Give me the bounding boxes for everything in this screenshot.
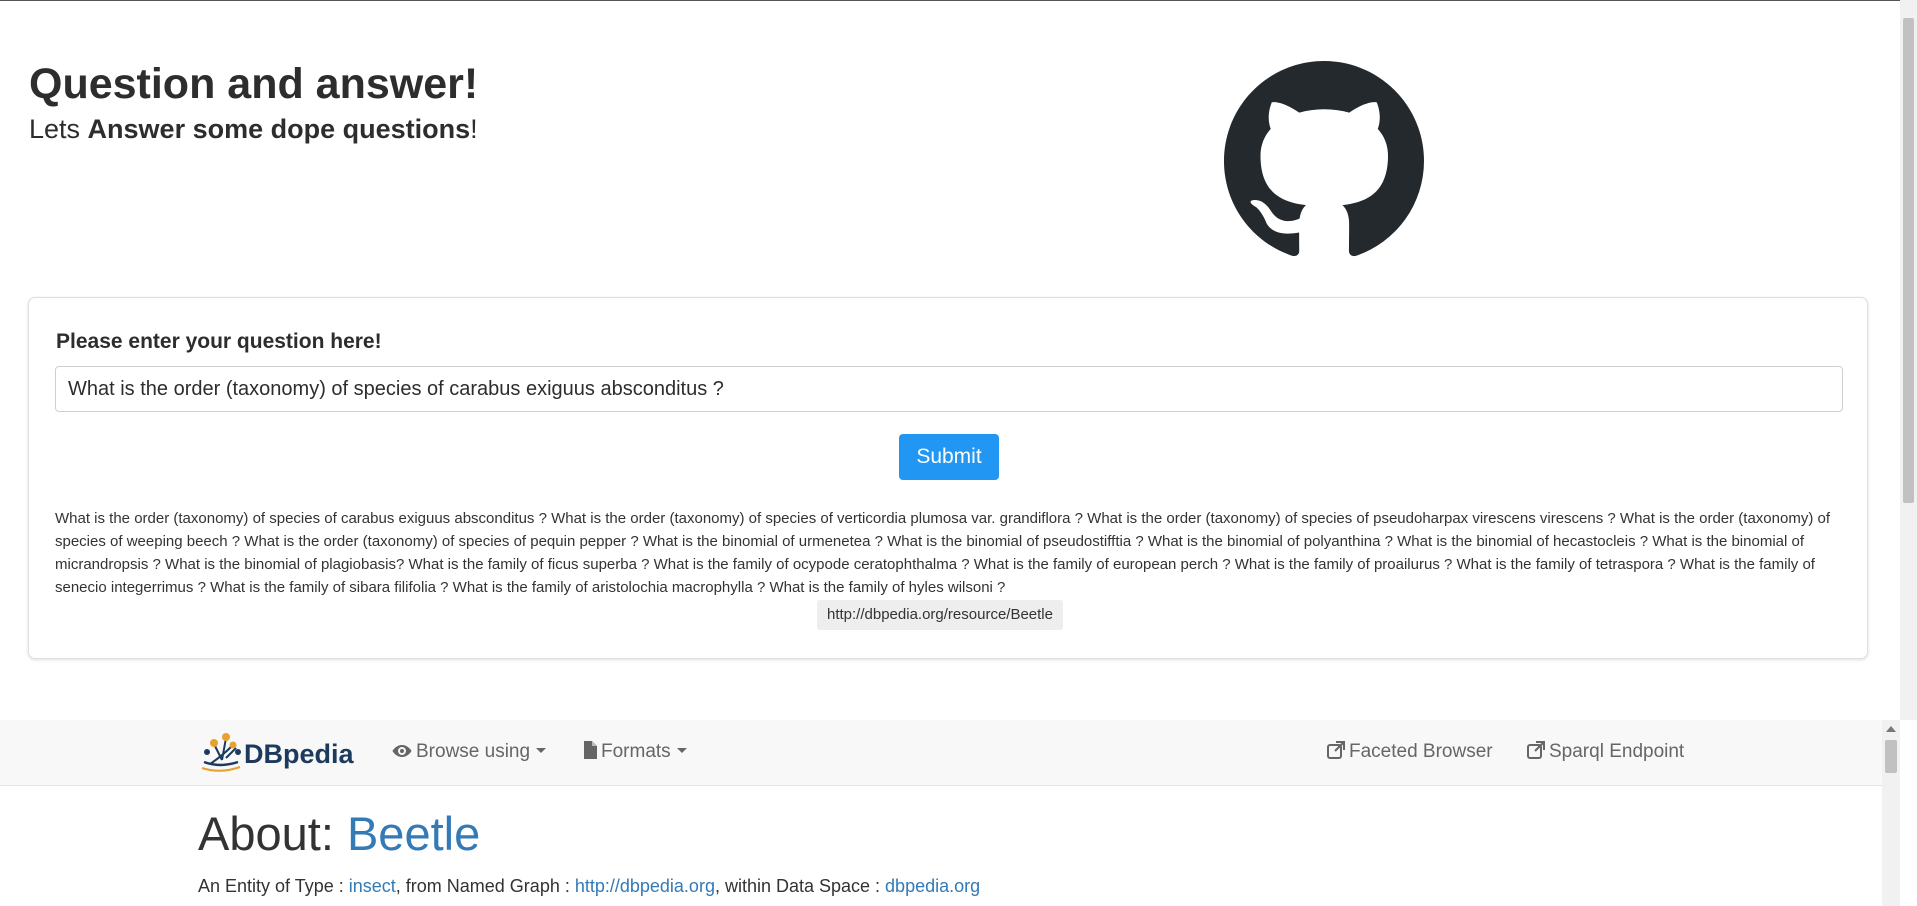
faceted-browser-label: Faceted Browser bbox=[1349, 741, 1493, 762]
data-space-link[interactable]: dbpedia.org bbox=[885, 876, 980, 896]
submit-button[interactable]: Submit bbox=[899, 434, 999, 480]
top-border bbox=[0, 0, 1917, 1]
subtitle-bold: Answer some dope questions bbox=[87, 114, 471, 144]
question-card: Please enter your question here! Submit … bbox=[28, 297, 1868, 659]
formats-label: Formats bbox=[601, 741, 671, 762]
dbpedia-navbar: DBpedia Browse using Formats Faceted Bro… bbox=[0, 720, 1882, 786]
sparql-endpoint-label: Sparql Endpoint bbox=[1549, 741, 1685, 762]
graph-prefix: , from Named Graph : bbox=[395, 876, 575, 896]
subtitle-prefix: Lets bbox=[29, 114, 88, 144]
page-scrollbar[interactable] bbox=[1900, 0, 1917, 720]
file-icon bbox=[584, 741, 597, 759]
caret-down-icon bbox=[536, 748, 547, 753]
subtitle-suffix: ! bbox=[470, 114, 478, 144]
external-link-icon bbox=[1327, 741, 1345, 759]
external-link-icon bbox=[1527, 741, 1545, 759]
scroll-up-arrow-icon[interactable] bbox=[1886, 726, 1896, 732]
frame-scrollbar[interactable] bbox=[1882, 720, 1900, 906]
page-title: Question and answer! bbox=[29, 60, 479, 108]
named-graph-link[interactable]: http://dbpedia.org bbox=[575, 876, 715, 896]
entity-type-link[interactable]: insect bbox=[349, 876, 396, 896]
space-prefix: , within Data Space : bbox=[714, 876, 886, 896]
question-input[interactable] bbox=[55, 366, 1843, 412]
page-subtitle: Lets Answer some dope questions! bbox=[29, 114, 478, 145]
github-logo-icon[interactable] bbox=[1224, 61, 1424, 261]
formats-dropdown[interactable]: Formats bbox=[583, 741, 687, 763]
about-prefix: About: bbox=[198, 807, 347, 860]
dbpedia-frame: DBpedia Browse using Formats Faceted Bro… bbox=[0, 720, 1900, 906]
entity-info: An Entity of Type : insect, from Named G… bbox=[198, 876, 980, 897]
browse-using-label: Browse using bbox=[416, 741, 531, 762]
about-entity-link[interactable]: Beetle bbox=[347, 807, 480, 860]
dbpedia-logo[interactable]: DBpedia bbox=[200, 730, 356, 774]
question-label: Please enter your question here! bbox=[56, 330, 382, 353]
svg-text:DBpedia: DBpedia bbox=[244, 739, 355, 769]
example-questions: What is the order (taxonomy) of species … bbox=[55, 510, 1830, 596]
eye-icon bbox=[392, 745, 412, 757]
about-heading: About: Beetle bbox=[198, 806, 480, 861]
sparql-endpoint-link[interactable]: Sparql Endpoint bbox=[1527, 741, 1684, 763]
frame-scrollbar-thumb[interactable] bbox=[1885, 740, 1897, 773]
faceted-browser-link[interactable]: Faceted Browser bbox=[1327, 741, 1493, 763]
result-uri-badge: http://dbpedia.org/resource/Beetle bbox=[817, 600, 1063, 630]
entity-type-prefix: An Entity of Type : bbox=[198, 876, 349, 896]
browse-using-dropdown[interactable]: Browse using bbox=[392, 741, 547, 763]
caret-down-icon bbox=[676, 748, 687, 753]
page-scrollbar-thumb[interactable] bbox=[1903, 18, 1914, 503]
